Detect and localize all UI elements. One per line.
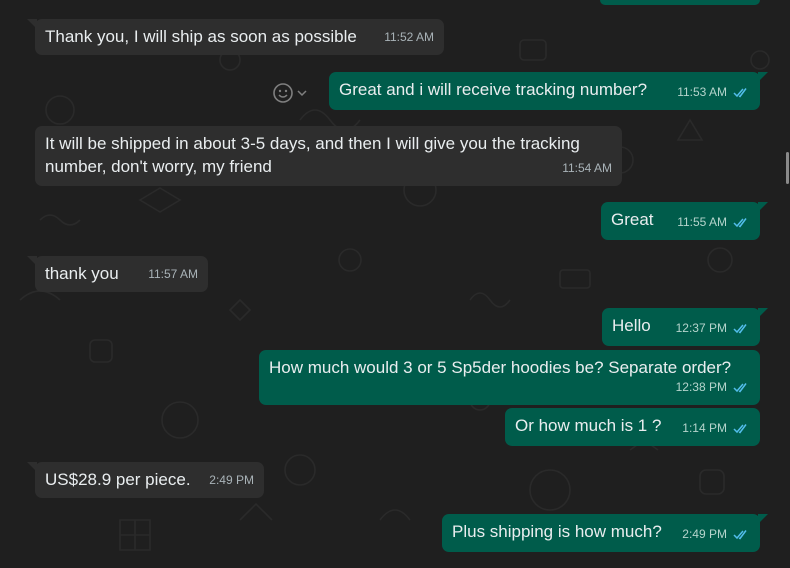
previous-message-edge — [600, 0, 760, 5]
message-outgoing[interactable]: How much would 3 or 5 Sp5der hoodies be?… — [259, 350, 760, 405]
bubble-tail — [758, 72, 768, 82]
message-meta: 11:55 AM — [677, 211, 750, 234]
message-meta: 11:53 AM — [677, 81, 750, 104]
message-outgoing[interactable]: Great and i will receive tracking number… — [329, 72, 768, 110]
message-outgoing[interactable]: Or how much is 1 ? 1:14 PM — [505, 408, 760, 446]
double-check-icon — [733, 383, 747, 393]
scrollbar-thumb[interactable] — [786, 152, 789, 184]
double-check-icon — [733, 88, 747, 98]
message-time: 11:54 AM — [562, 161, 612, 175]
message-meta: 11:54 AM — [562, 157, 612, 180]
smiley-icon — [273, 83, 293, 103]
bubble-tail — [27, 19, 37, 29]
message-text: Great and i will receive tracking number… — [339, 80, 648, 99]
double-check-icon — [733, 218, 747, 228]
message-incoming[interactable]: Thank you, I will ship as soon as possib… — [27, 19, 444, 55]
message-time: 12:37 PM — [675, 321, 727, 335]
double-check-icon — [733, 424, 747, 434]
message-text: Plus shipping is how much? — [452, 522, 662, 541]
message-meta: 2:49 PM — [209, 469, 254, 492]
message-text: Thank you, I will ship as soon as possib… — [45, 27, 357, 46]
emoji-reaction-icon[interactable] — [272, 82, 312, 104]
message-text: It will be shipped in about 3-5 days, an… — [45, 134, 580, 176]
message-meta: 12:37 PM — [676, 317, 750, 340]
double-check-icon — [733, 324, 747, 334]
message-time: 11:55 AM — [677, 215, 727, 229]
message-incoming[interactable]: thank you 11:57 AM — [27, 256, 208, 292]
message-time: 12:38 PM — [675, 380, 727, 394]
message-time: 11:53 AM — [677, 85, 727, 99]
bubble-tail — [758, 308, 768, 318]
message-meta: 1:14 PM — [682, 417, 750, 440]
message-text: thank you — [45, 264, 119, 283]
message-meta: 2:49 PM — [682, 523, 750, 546]
message-incoming[interactable]: US$28.9 per piece. 2:49 PM — [27, 462, 264, 498]
message-meta: 11:57 AM — [148, 263, 198, 286]
message-time: 2:49 PM — [209, 473, 254, 487]
message-text: Hello — [612, 316, 651, 335]
message-time: 1:14 PM — [682, 421, 727, 435]
message-outgoing[interactable]: Hello 12:37 PM — [602, 308, 768, 346]
bubble-tail — [27, 256, 37, 266]
message-meta: 12:38 PM — [676, 376, 750, 399]
message-time: 11:57 AM — [148, 267, 198, 281]
message-outgoing[interactable]: Great 11:55 AM — [601, 202, 768, 240]
message-text: Great — [611, 210, 654, 229]
message-text: How much would 3 or 5 Sp5der hoodies be?… — [269, 358, 732, 377]
bubble-tail — [758, 202, 768, 212]
message-meta: 11:52 AM — [384, 26, 434, 49]
double-check-icon — [733, 530, 747, 540]
message-outgoing[interactable]: Plus shipping is how much? 2:49 PM — [442, 514, 768, 552]
message-text: Or how much is 1 ? — [515, 416, 662, 435]
bubble-tail — [758, 514, 768, 524]
bubble-tail — [27, 462, 37, 472]
chevron-down-icon — [297, 90, 307, 97]
message-time: 2:49 PM — [682, 527, 727, 541]
message-text: US$28.9 per piece. — [45, 470, 191, 489]
message-time: 11:52 AM — [384, 30, 434, 44]
message-incoming[interactable]: It will be shipped in about 3-5 days, an… — [35, 126, 622, 186]
